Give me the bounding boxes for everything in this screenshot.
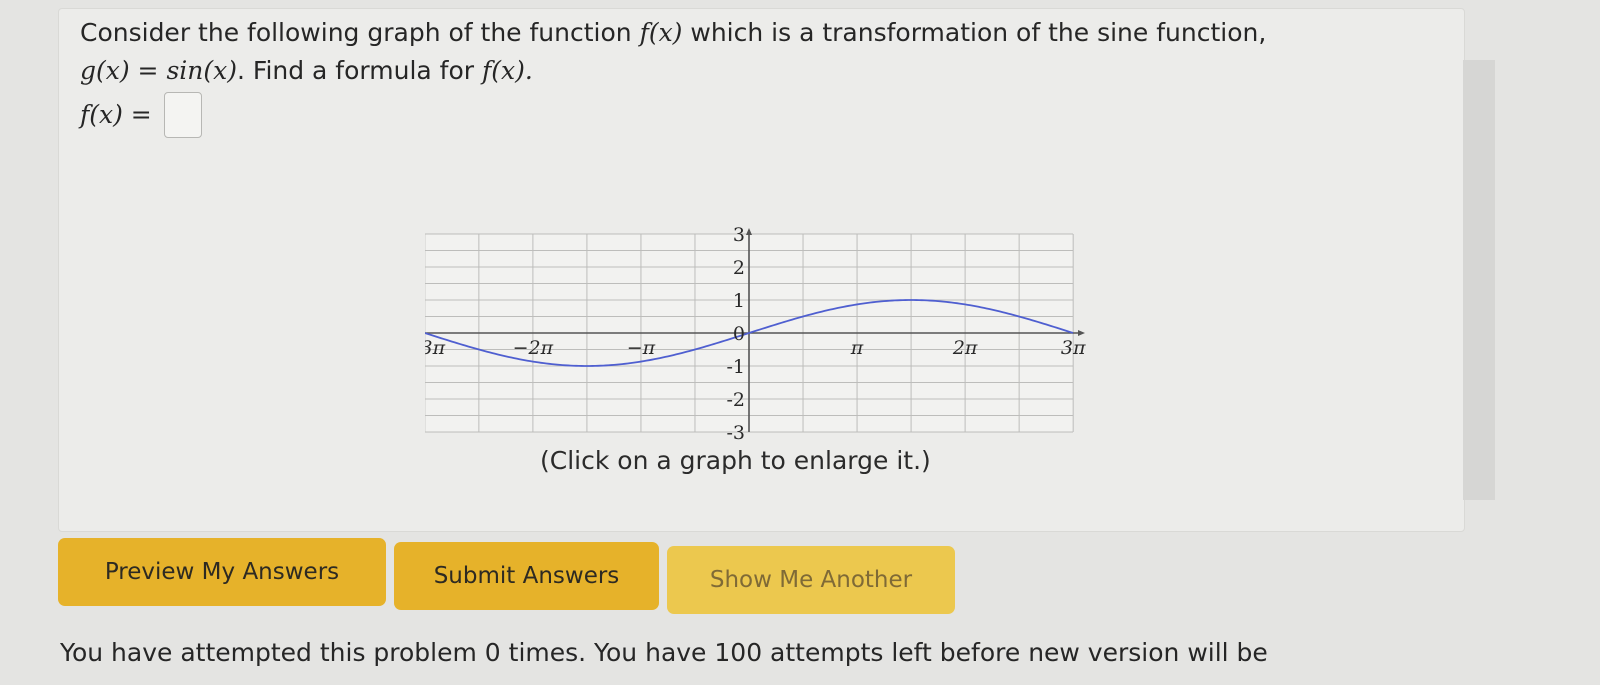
y-tick-label: 2 <box>733 257 745 279</box>
y-axis-arrow <box>746 228 752 235</box>
x-tick-label: 3π <box>1061 337 1086 359</box>
y-tick-label: 0 <box>733 323 745 345</box>
problem-statement: Consider the following graph of the func… <box>80 14 1400 138</box>
attempts-status: You have attempted this problem 0 times.… <box>60 638 1268 667</box>
math-fx: f(x) <box>639 18 683 47</box>
problem-text-segment: which is a transformation of the sine fu… <box>682 18 1267 47</box>
function-graph[interactable]: −3π −2π −π π 2π 3π 3 2 1 0 -1 -2 -3 <box>425 226 1095 446</box>
answer-input[interactable] <box>163 92 202 138</box>
problem-text-segment: . Find a formula for <box>236 56 482 85</box>
scrollbar[interactable] <box>1463 60 1495 500</box>
x-tick-label: −3π <box>425 337 446 359</box>
x-axis-arrow <box>1078 330 1085 336</box>
y-tick-label: 3 <box>733 226 745 246</box>
x-tick-label: −2π <box>513 337 554 359</box>
x-tick-label: −π <box>627 337 656 359</box>
math-gx-definition: g(x) = sin(x) <box>80 56 237 85</box>
answer-label: f(x) = <box>80 100 152 129</box>
x-tick-label: π <box>850 337 864 359</box>
y-tick-label: -1 <box>726 356 745 378</box>
problem-text-segment: Consider the following graph of the func… <box>80 18 640 47</box>
x-tick-label: 2π <box>952 337 978 359</box>
y-tick-label: 1 <box>733 290 745 312</box>
graph-caption: (Click on a graph to enlarge it.) <box>540 446 931 475</box>
problem-line-1: Consider the following graph of the func… <box>80 14 1400 52</box>
problem-line-2: g(x) = sin(x). Find a formula for f(x). <box>80 52 1400 90</box>
show-another-button[interactable]: Show Me Another <box>667 546 955 614</box>
answer-row: f(x) = <box>80 92 1400 138</box>
y-tick-label: -2 <box>726 389 745 411</box>
preview-answers-button[interactable]: Preview My Answers <box>58 538 386 606</box>
y-tick-label: -3 <box>726 422 745 444</box>
math-fx-end: f(x). <box>481 56 533 85</box>
submit-answers-button[interactable]: Submit Answers <box>394 542 659 610</box>
